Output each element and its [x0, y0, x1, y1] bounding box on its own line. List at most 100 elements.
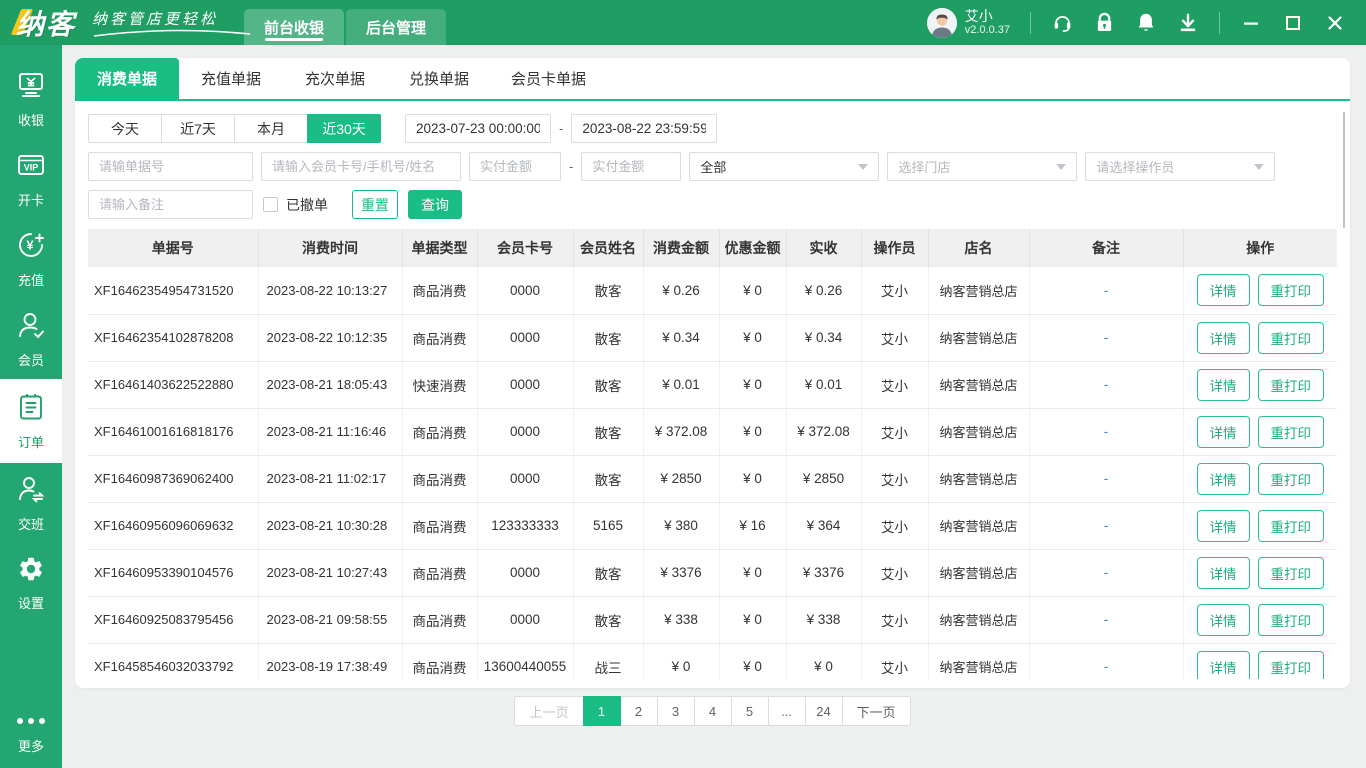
detail-button[interactable]: 详情 [1196, 556, 1250, 589]
more-dots-icon [15, 713, 47, 731]
tab-member-card-orders[interactable]: 会员卡单据 [491, 58, 606, 99]
orders-panel: 消费单据 充值单据 充次单据 兑换单据 会员卡单据 今天 近7天 本月 近30天… [75, 58, 1350, 688]
page-button[interactable]: 1 [582, 696, 621, 726]
date-preset-group: 今天 近7天 本月 近30天 [88, 114, 381, 143]
order-list-icon [16, 392, 46, 427]
page-button[interactable]: 3 [656, 696, 695, 726]
detail-button[interactable]: 详情 [1196, 509, 1250, 542]
table-body: XF16462354954731520 2023-08-22 10:13:27 … [88, 267, 1337, 679]
close-button[interactable] [1324, 12, 1346, 34]
app-version: v2.0.0.37 [964, 24, 1010, 37]
detail-button[interactable]: 详情 [1196, 462, 1250, 495]
top-nav-tabs: 前台收银 后台管理 [244, 0, 447, 45]
title-bar: 纳客 纳客管店更轻松 前台收银 后台管理 艾小 v2.0.0.37 [0, 0, 1366, 45]
detail-button[interactable]: 详情 [1196, 368, 1250, 401]
preset-today-button[interactable]: 今天 [88, 114, 162, 143]
detail-button[interactable]: 详情 [1196, 321, 1250, 354]
tab-exchange-orders[interactable]: 兑换单据 [387, 58, 491, 99]
order-type-tabs: 消费单据 充值单据 充次单据 兑换单据 会员卡单据 [75, 58, 1350, 101]
logo-text: 纳客 [16, 8, 77, 40]
table-row: XF16461403622522880 2023-08-21 18:05:43 … [88, 361, 1337, 409]
next-page-button[interactable]: 下一页 [841, 696, 911, 726]
chevron-down-icon [1254, 163, 1265, 170]
reprint-button[interactable]: 重打印 [1257, 274, 1324, 307]
user-account[interactable]: 艾小 v2.0.0.37 [926, 7, 1010, 38]
sidebar: 收银 VIP 开卡 ¥ 充值 会员 订单 交班 设置 更多 [0, 45, 62, 768]
table-row: XF16458546032033792 2023-08-19 17:38:49 … [88, 643, 1337, 679]
table-header-row: 单据号 消费时间 单据类型 会员卡号 会员姓名 消费金额 优惠金额 实收 操作员… [88, 229, 1337, 267]
amount-max-input[interactable] [581, 152, 682, 181]
detail-button[interactable]: 详情 [1196, 274, 1250, 307]
reprint-button[interactable]: 重打印 [1257, 650, 1324, 679]
member-search-input[interactable] [261, 152, 461, 181]
preset-month-button[interactable]: 本月 [234, 114, 308, 143]
page-button[interactable]: ... [767, 696, 806, 726]
minimize-button[interactable] [1240, 12, 1262, 34]
reprint-button[interactable]: 重打印 [1257, 415, 1324, 448]
download-update-icon[interactable] [1177, 12, 1199, 34]
search-button[interactable]: 查询 [408, 190, 462, 219]
maximize-button[interactable] [1282, 12, 1304, 34]
tab-recharge-orders[interactable]: 充值单据 [179, 58, 283, 99]
reprint-button[interactable]: 重打印 [1257, 556, 1324, 589]
preset-30days-button[interactable]: 近30天 [307, 114, 381, 143]
vertical-scrollbar[interactable] [1343, 112, 1345, 228]
sidebar-item-settings[interactable]: 设置 [0, 543, 62, 623]
prev-page-button[interactable]: 上一页 [514, 696, 584, 726]
orders-table: 单据号 消费时间 单据类型 会员卡号 会员姓名 消费金额 优惠金额 实收 操作员… [88, 229, 1337, 679]
order-type-select[interactable]: 全部 [689, 152, 880, 181]
recharge-icon: ¥ [16, 230, 46, 265]
amount-min-input[interactable] [469, 152, 561, 181]
detail-button[interactable]: 详情 [1196, 603, 1250, 636]
date-from-input[interactable] [405, 114, 551, 143]
table-row: XF16461001616818176 2023-08-21 11:16:46 … [88, 408, 1337, 456]
sidebar-item-more[interactable]: 更多 [0, 706, 62, 762]
user-name: 艾小 [964, 8, 993, 25]
chevron-down-icon [1056, 163, 1067, 170]
notification-bell-icon[interactable] [1135, 12, 1157, 34]
tab-backend-management[interactable]: 后台管理 [346, 9, 447, 45]
page-button[interactable]: 24 [804, 696, 843, 726]
date-to-input[interactable] [571, 114, 718, 143]
sidebar-item-cashier[interactable]: 收银 [0, 59, 62, 139]
order-no-input[interactable] [88, 152, 253, 181]
lock-icon[interactable] [1093, 12, 1115, 34]
tab-front-cashier[interactable]: 前台收银 [244, 9, 345, 45]
sidebar-item-open-card[interactable]: VIP 开卡 [0, 139, 62, 219]
sidebar-item-orders[interactable]: 订单 [0, 379, 62, 463]
main-content: 消费单据 充值单据 充次单据 兑换单据 会员卡单据 今天 近7天 本月 近30天… [62, 45, 1366, 768]
operator-select[interactable]: 请选择操作员 [1085, 152, 1276, 181]
reprint-button[interactable]: 重打印 [1257, 603, 1324, 636]
cancelled-label: 已撤单 [286, 196, 328, 213]
tab-consume-orders[interactable]: 消费单据 [75, 58, 179, 99]
table-row: XF16462354954731520 2023-08-22 10:13:27 … [88, 267, 1337, 315]
detail-button[interactable]: 详情 [1196, 650, 1250, 679]
reprint-button[interactable]: 重打印 [1257, 462, 1324, 495]
reprint-button[interactable]: 重打印 [1257, 321, 1324, 354]
store-select[interactable]: 选择门店 [887, 152, 1078, 181]
shift-change-icon [16, 474, 46, 509]
page-button[interactable]: 5 [730, 696, 769, 726]
table-row: XF16460987369062400 2023-08-21 11:02:17 … [88, 455, 1337, 503]
page-button[interactable]: 2 [619, 696, 658, 726]
preset-7days-button[interactable]: 近7天 [161, 114, 235, 143]
sidebar-item-shift-change[interactable]: 交班 [0, 463, 62, 543]
table-row: XF16460925083795456 2023-08-21 09:58:55 … [88, 596, 1337, 644]
sidebar-item-recharge[interactable]: ¥ 充值 [0, 219, 62, 299]
avatar [926, 7, 957, 38]
reprint-button[interactable]: 重打印 [1257, 509, 1324, 542]
page-button[interactable]: 4 [693, 696, 732, 726]
reprint-button[interactable]: 重打印 [1257, 368, 1324, 401]
date-range-separator: - [559, 121, 564, 136]
pagination: 上一页 1 2 3 4 5... 24 下一页 [75, 696, 1350, 726]
table-row: XF16460953390104576 2023-08-21 10:27:43 … [88, 549, 1337, 597]
detail-button[interactable]: 详情 [1196, 415, 1250, 448]
cancelled-checkbox[interactable] [263, 197, 278, 212]
remark-input[interactable] [88, 190, 253, 219]
support-headset-icon[interactable] [1051, 12, 1073, 34]
sidebar-item-member[interactable]: 会员 [0, 299, 62, 379]
slogan: 纳客管店更轻松 [92, 8, 251, 37]
reset-button[interactable]: 重置 [352, 190, 398, 219]
tab-times-orders[interactable]: 充次单据 [283, 58, 387, 99]
table-row: XF16460956096069632 2023-08-21 10:30:28 … [88, 502, 1337, 550]
